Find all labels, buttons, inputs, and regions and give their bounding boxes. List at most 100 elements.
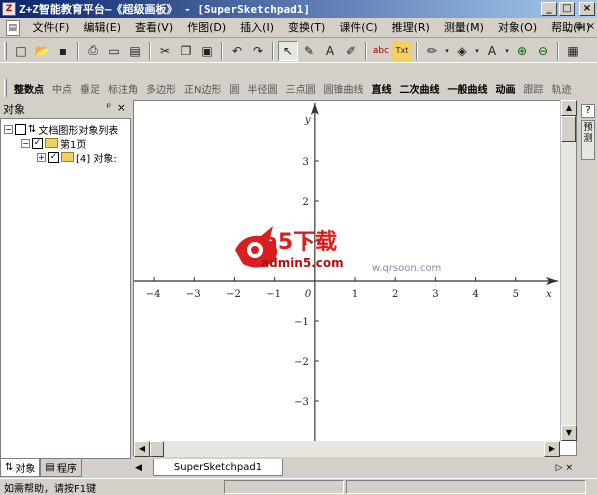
collapse-icon[interactable]: − (4, 124, 13, 134)
tool-general-curve[interactable]: 一般曲线 (443, 81, 491, 96)
redo-icon[interactable]: ↷ (248, 41, 268, 61)
tree-item-page[interactable]: − ✓ 第1页 (21, 136, 86, 151)
tool-locus[interactable]: 轨迹 (547, 81, 575, 96)
horizontal-scrollbar[interactable]: ◀ ▶ (134, 441, 560, 457)
print-preview-icon[interactable]: ⎙ (83, 41, 103, 61)
checkbox[interactable] (15, 123, 26, 135)
tool-three-point-circle[interactable]: 三点圆 (281, 81, 319, 96)
scroll-thumb[interactable] (561, 116, 576, 142)
menu-transform[interactable]: 变换(T) (281, 19, 332, 37)
tool-line[interactable]: 直线 (367, 81, 395, 96)
open-icon[interactable]: 📂 (32, 41, 52, 61)
tab-program[interactable]: ▤ 程序 (40, 459, 82, 477)
tool-animation[interactable]: 动画 (491, 81, 519, 96)
maximize-button[interactable]: □ (559, 2, 575, 16)
checkbox[interactable]: ✓ (48, 151, 59, 163)
tree-item-label: [4] 对象: (76, 153, 117, 165)
toolbar-grip[interactable] (4, 41, 7, 60)
menu-reasoning[interactable]: 推理(R) (385, 19, 437, 37)
scroll-down-arrow[interactable]: ▼ (561, 425, 577, 441)
tool-mark-angle[interactable]: 标注角 (104, 81, 142, 96)
dropdown-arrow-icon[interactable]: ▾ (503, 41, 511, 61)
abc-icon[interactable]: abc (371, 41, 391, 61)
status-bar: 如需帮助，请按F1键 (0, 478, 597, 495)
tree-item-root[interactable]: − ⇅ 文档图形对象列表 (4, 122, 118, 137)
tool-quadratic-curve[interactable]: 二次曲线 (395, 81, 443, 96)
new-icon[interactable]: □ (11, 41, 31, 61)
label-icon[interactable]: Txt (392, 40, 412, 61)
tab-label: 程序 (56, 464, 77, 475)
close-button[interactable]: × (579, 2, 595, 16)
pen-arrow-icon[interactable]: ✎ (299, 41, 319, 61)
tool-conic[interactable]: 圆锥曲线 (319, 81, 367, 96)
toolbar-separator (557, 41, 559, 60)
tool-trace[interactable]: 跟踪 (519, 81, 547, 96)
paste-icon[interactable]: ▣ (197, 41, 217, 61)
close-icon[interactable]: × (117, 101, 126, 114)
document-icon[interactable]: ▤ (6, 19, 20, 36)
mdi-restore-button[interactable]: ⧉ (575, 21, 582, 32)
checkbox[interactable]: ✓ (32, 137, 43, 149)
undo-icon[interactable]: ↶ (227, 41, 247, 61)
x-tick-label: −4 (146, 289, 161, 300)
pin-icon[interactable]: ᵖ (107, 102, 111, 113)
line-color-icon[interactable]: ✏ (422, 41, 442, 61)
toolbar-separator (272, 41, 274, 60)
tab-objects[interactable]: ⇅ 对象 (0, 459, 41, 477)
menu-draw[interactable]: 作图(D) (180, 19, 233, 37)
toolbar-grip[interactable] (4, 79, 7, 97)
vertical-scrollbar[interactable]: ▲ ▼ (560, 100, 577, 441)
menu-object[interactable]: 对象(O) (491, 19, 544, 37)
hide-icon[interactable]: ▦ (563, 41, 583, 61)
scroll-up-arrow[interactable]: ▲ (561, 100, 577, 116)
mdi-minimize-button[interactable]: _ (566, 21, 571, 32)
zoom-out-icon[interactable]: ⊖ (533, 41, 553, 61)
zoom-in-icon[interactable]: ⊕ (512, 41, 532, 61)
tab-scroll-left-icon[interactable]: ◀ (135, 463, 142, 473)
save-icon[interactable]: ▪ (53, 41, 73, 61)
mdi-controls: _ ⧉ × (566, 21, 595, 32)
menu-measure[interactable]: 测量(M) (437, 19, 491, 37)
tree-icon: ⇅ (5, 462, 14, 473)
tool-midpoint[interactable]: 中点 (48, 81, 76, 96)
edit-pen-icon[interactable]: ✐ (341, 41, 361, 61)
menu-insert[interactable]: 插入(I) (233, 19, 281, 37)
menu-view[interactable]: 查看(V) (128, 19, 180, 37)
help-icon[interactable]: ? (581, 104, 595, 118)
tree-item-object[interactable]: + ✓ [4] 对象: (37, 150, 117, 165)
document-tab[interactable]: SuperSketchpad1 (153, 459, 283, 476)
cut-icon[interactable]: ✂ (155, 41, 175, 61)
tool-regular-polygon[interactable]: 正N边形 (180, 81, 225, 96)
tool-foot[interactable]: 垂足 (76, 81, 104, 96)
document-tab-bar: ◀ SuperSketchpad1 ▷ × (133, 458, 579, 477)
scroll-thumb[interactable] (150, 441, 164, 457)
font-color-icon[interactable]: A (482, 41, 502, 61)
scroll-left-arrow[interactable]: ◀ (134, 441, 150, 457)
tab-scroll-right-icon[interactable]: ▷ × (556, 463, 573, 473)
app-icon[interactable]: Z (2, 2, 16, 16)
menu-edit[interactable]: 编辑(E) (76, 19, 128, 37)
expand-icon[interactable]: + (37, 152, 46, 162)
tool-integer-point[interactable]: 整数点 (10, 81, 48, 96)
dropdown-arrow-icon[interactable]: ▾ (473, 41, 481, 61)
menu-courseware[interactable]: 课件(C) (332, 19, 384, 37)
tool-circle[interactable]: 圆 (225, 81, 243, 96)
menu-file[interactable]: 文件(F) (26, 19, 77, 37)
fill-color-icon[interactable]: ◈ (452, 41, 472, 61)
tool-polygon[interactable]: 多边形 (142, 81, 180, 96)
collapse-icon[interactable]: − (21, 138, 30, 148)
tool-radius-circle[interactable]: 半径圆 (243, 81, 281, 96)
dropdown-arrow-icon[interactable]: ▾ (443, 41, 451, 61)
x-tick-label: −2 (226, 289, 241, 300)
text-icon[interactable]: A (320, 41, 340, 61)
copy-icon[interactable]: ❐ (176, 41, 196, 61)
tab-predict[interactable]: 预测 (581, 120, 595, 160)
minimize-button[interactable]: _ (541, 2, 557, 16)
mdi-close-button[interactable]: × (587, 21, 595, 32)
print-icon[interactable]: ▭ (104, 41, 124, 61)
scroll-right-arrow[interactable]: ▶ (544, 441, 560, 457)
select-arrow-icon[interactable]: ↖ (278, 40, 298, 61)
drawing-toolbar: 整数点 中点 垂足 标注角 多边形 正N边形 圆 半径圆 三点圆 圆锥曲线 直线… (0, 79, 597, 97)
print2-icon[interactable]: ▤ (125, 41, 145, 61)
object-tree: − ⇅ 文档图形对象列表 − ✓ 第1页 + ✓ [4] 对象: (0, 118, 131, 459)
